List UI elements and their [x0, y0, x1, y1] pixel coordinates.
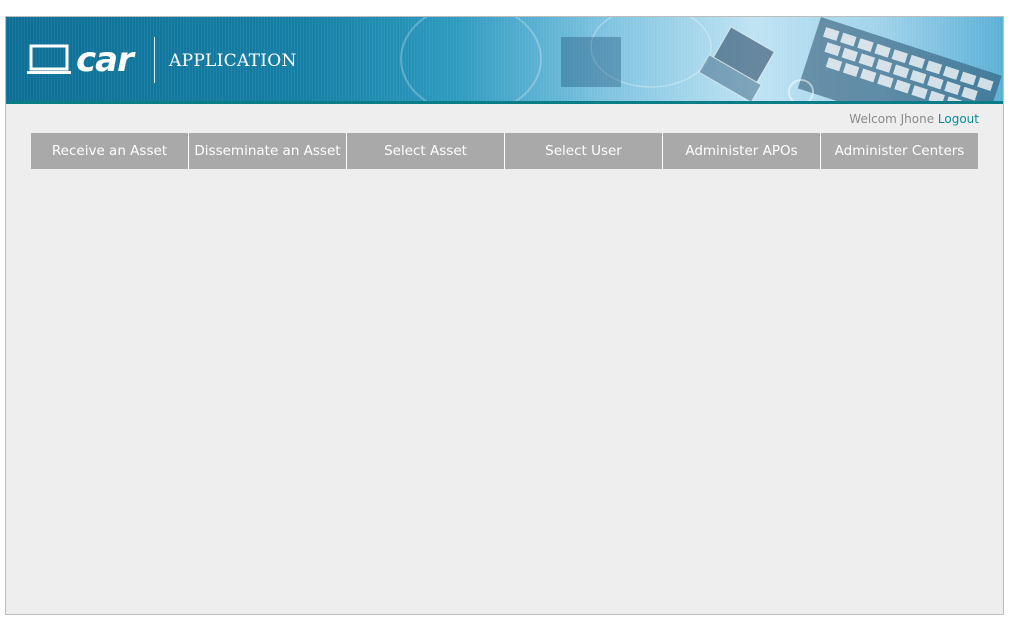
nav-select-user[interactable]: Select User — [505, 133, 663, 169]
nav-administer-centers[interactable]: Administer Centers — [821, 133, 978, 169]
nav-select-asset[interactable]: Select Asset — [347, 133, 505, 169]
logout-link[interactable]: Logout — [938, 112, 979, 126]
header-underline — [6, 101, 1003, 104]
app-window: car APPLICATION Welcom Jhone Logout Rece… — [5, 16, 1004, 615]
nav-administer-apos[interactable]: Administer APOs — [663, 133, 821, 169]
header-banner: car APPLICATION — [6, 17, 1003, 101]
logo-text: car — [76, 40, 134, 80]
main-nav: Receive an Asset Disseminate an Asset Se… — [31, 133, 978, 169]
welcome-text: Welcom Jhone — [849, 112, 935, 126]
car-logo: car — [26, 40, 134, 80]
logo-divider — [154, 37, 155, 83]
laptop-icon — [27, 44, 71, 74]
welcome-bar: Welcom Jhone Logout — [849, 112, 979, 126]
nav-disseminate-asset[interactable]: Disseminate an Asset — [189, 133, 347, 169]
nav-receive-asset[interactable]: Receive an Asset — [31, 133, 189, 169]
app-title: APPLICATION — [169, 51, 297, 71]
header-computer-graphic — [400, 17, 1002, 101]
